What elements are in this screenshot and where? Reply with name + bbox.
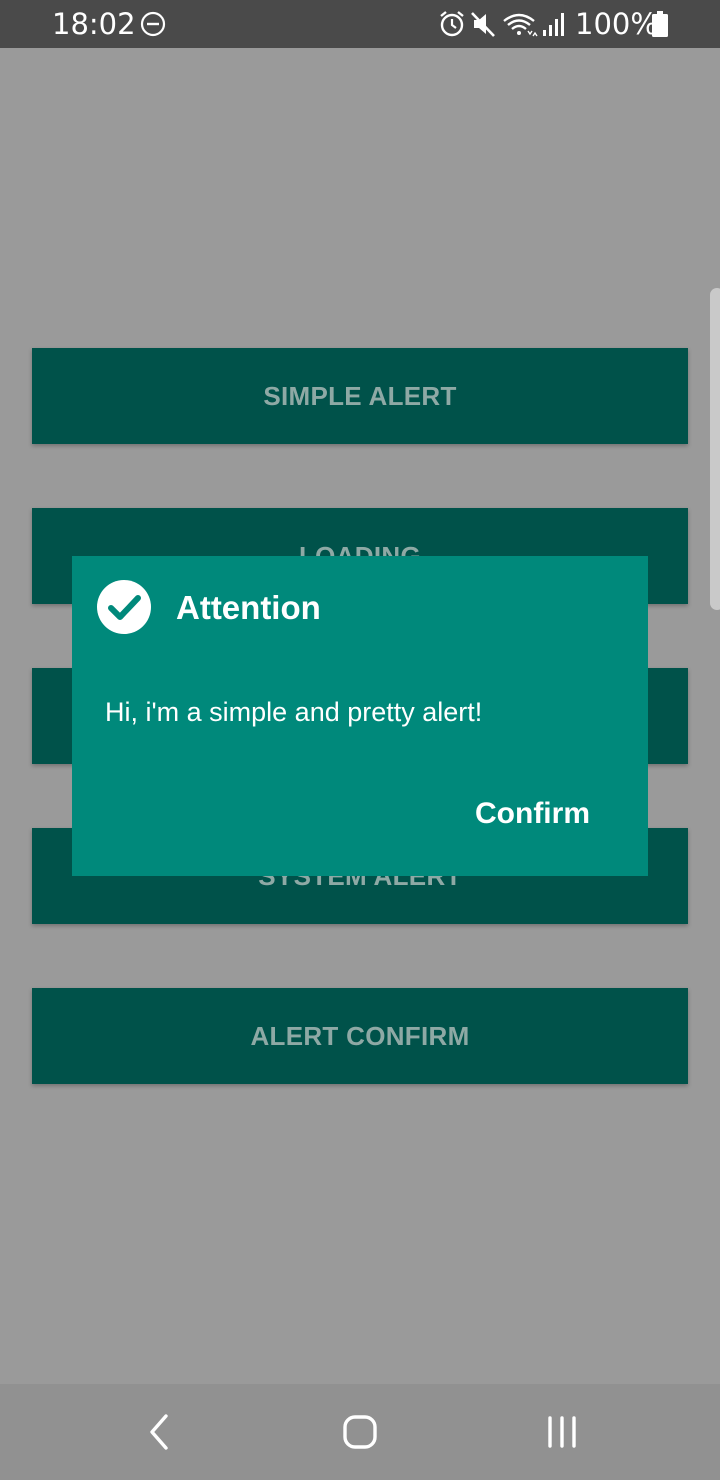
mute-icon	[471, 12, 495, 37]
do-not-disturb-icon	[140, 11, 166, 37]
status-bar: 18:02 100%	[0, 0, 720, 48]
alert-dialog: Attention Hi, i'm a simple and pretty al…	[72, 556, 648, 876]
battery-percent: 100%	[575, 7, 658, 41]
simple-alert-button-label: SIMPLE ALERT	[263, 380, 457, 411]
signal-icon	[543, 13, 564, 36]
alarm-icon	[440, 11, 464, 37]
dialog-message: Hi, i'm a simple and pretty alert!	[105, 697, 483, 727]
check-circle-icon	[97, 580, 151, 634]
home-icon[interactable]	[342, 1412, 378, 1452]
status-time: 18:02	[52, 7, 136, 41]
dialog-title: Attention	[176, 589, 321, 626]
status-icons-group	[440, 11, 564, 37]
back-icon[interactable]	[146, 1412, 172, 1452]
battery-icon	[652, 11, 668, 37]
alert-confirm-button-label: ALERT CONFIRM	[250, 1020, 470, 1051]
simple-alert-button[interactable]: SIMPLE ALERT	[32, 348, 688, 444]
wifi-icon	[503, 13, 538, 37]
navigation-bar	[0, 1384, 720, 1480]
alert-confirm-button[interactable]: ALERT CONFIRM	[32, 988, 688, 1084]
confirm-button[interactable]: Confirm	[475, 794, 590, 834]
recents-icon[interactable]	[544, 1412, 580, 1452]
edge-panel-handle[interactable]	[710, 288, 720, 610]
